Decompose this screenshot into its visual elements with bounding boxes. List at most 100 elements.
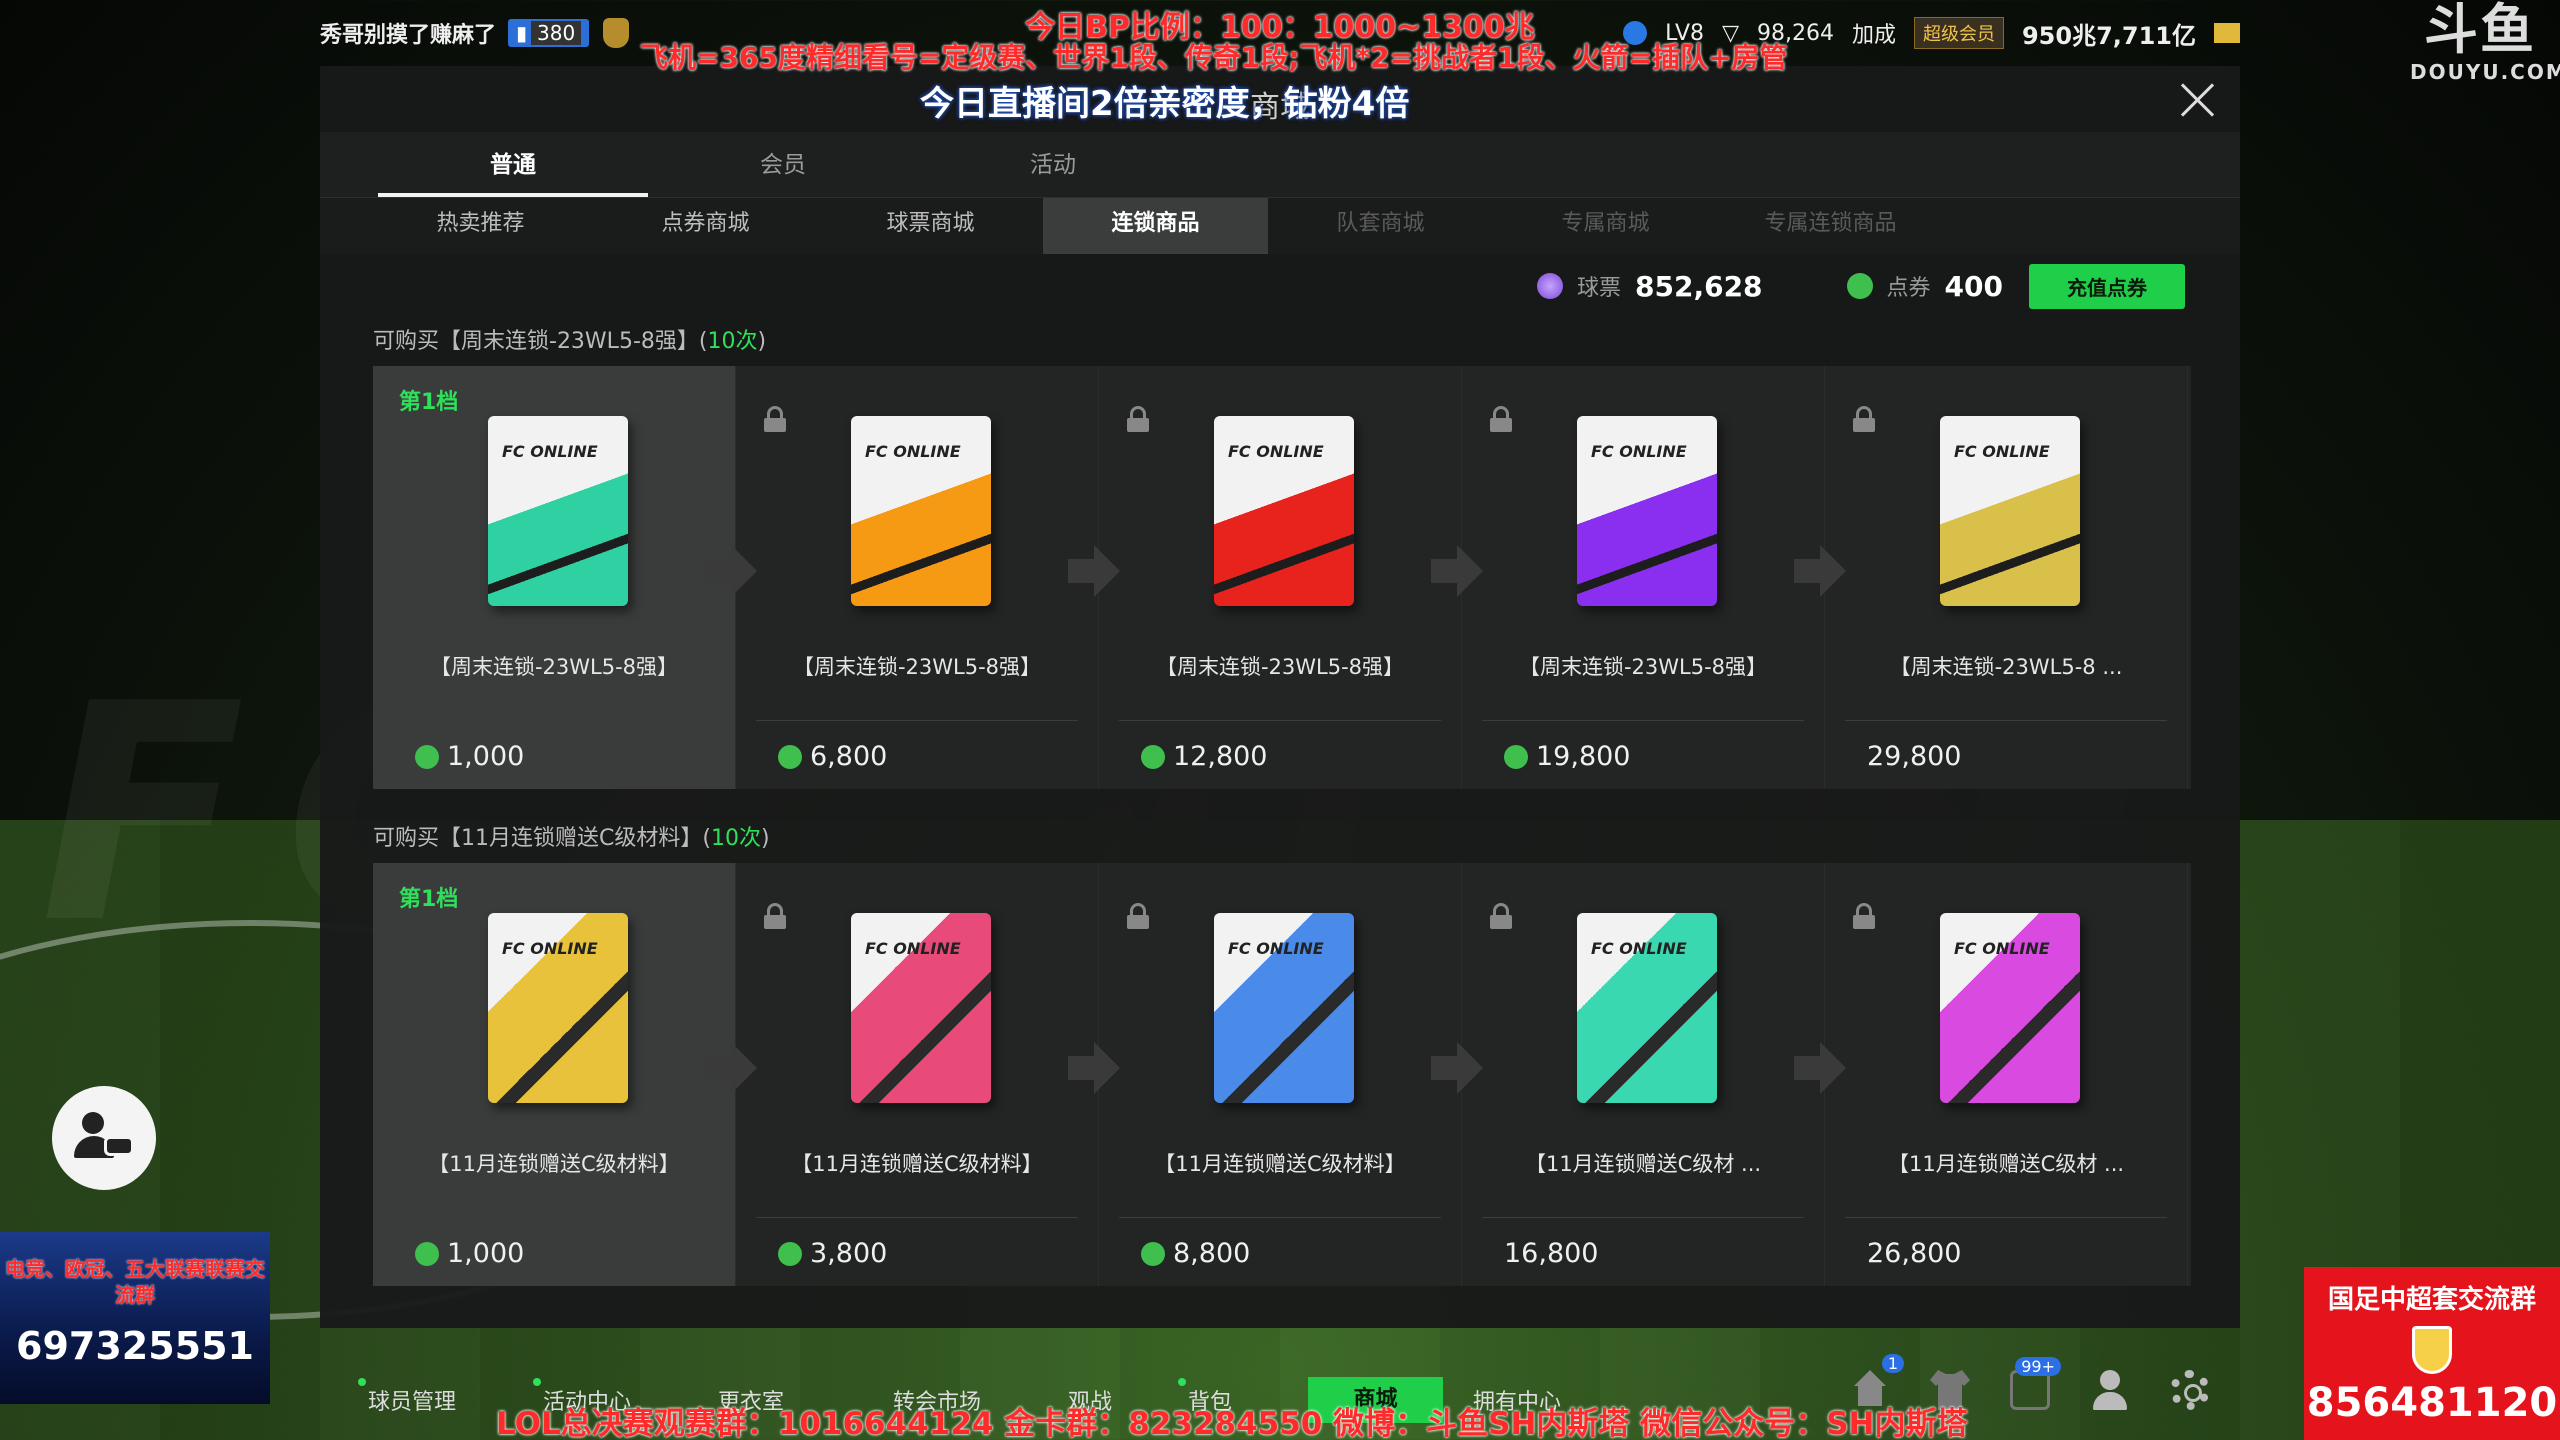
subtab-hot[interactable]: 热卖推荐 xyxy=(368,198,593,254)
pack-price: 6,800 xyxy=(778,741,887,772)
pack-name: 【11月连锁赠送C级材 ... xyxy=(1887,1152,2125,1176)
lock-icon xyxy=(1490,406,1512,432)
card-divider xyxy=(1482,720,1804,721)
pack-name: 【周末连锁-23WL5-8强】 xyxy=(792,655,1042,679)
next-tier-arrow-icon xyxy=(1068,541,1128,601)
promo-left-panel: 电竞、欧冠、五大联赛联赛交流群 697325551 xyxy=(0,1232,270,1404)
next-tier-arrow-icon xyxy=(1431,541,1491,601)
tickets-label: 球票 xyxy=(1576,276,1621,301)
next-tier-arrow-icon xyxy=(1794,541,1854,601)
points-coin-icon xyxy=(415,1241,439,1266)
next-tier-arrow-icon xyxy=(1794,1038,1854,1098)
pack-brand-text: FC ONLINE xyxy=(1591,442,1687,461)
pack-name: 【周末连锁-23WL5-8强】 xyxy=(429,655,679,679)
ticket-coin-icon xyxy=(1536,273,1563,299)
lock-icon xyxy=(764,903,786,929)
points-label: 点券 xyxy=(1886,276,1931,301)
promo-right-number: 856481120 xyxy=(2306,1380,2558,1426)
pack-image: FC ONLINE xyxy=(1940,416,2080,606)
section-title: 可购买【周末连锁-23WL5-8强】(10次) xyxy=(373,329,767,354)
pack-price: 19,800 xyxy=(1504,741,1630,772)
points-coin-icon xyxy=(778,1241,802,1266)
pack-price: 16,800 xyxy=(1504,1238,1599,1269)
points-coin-icon xyxy=(778,744,802,769)
pack-name: 【11月连锁赠送C级材 ... xyxy=(1524,1152,1762,1176)
gear-icon[interactable] xyxy=(2170,1370,2210,1410)
pack-brand-text: FC ONLINE xyxy=(865,939,961,958)
points-coin-icon xyxy=(1504,744,1528,769)
tickets-value: 852,628 xyxy=(1635,269,1763,303)
overlay-gift-rules: 飞机=365度精细看号=定级赛、世界1段、传奇1段;飞机*2=挑战者1段、火箭=… xyxy=(640,41,1788,74)
card-divider xyxy=(1845,1217,2167,1218)
pack-card[interactable]: 第1档 FC ONLINE 【11月连锁赠送C级材料】 1,000 xyxy=(373,863,757,1286)
pack-card[interactable]: 第1档 FC ONLINE 【周末连锁-23WL5-8强】 1,000 xyxy=(373,366,757,789)
card-row: 第1档 FC ONLINE 【11月连锁赠送C级材料】 1,000 FC ONLINE 【… xyxy=(373,863,2191,1286)
card-divider xyxy=(756,1217,1078,1218)
pack-card[interactable]: FC ONLINE 【11月连锁赠送C级材 ... 26,800 xyxy=(1825,863,2188,1286)
pack-brand-text: FC ONLINE xyxy=(1591,939,1687,958)
pack-brand-text: FC ONLINE xyxy=(865,442,961,461)
profile-icon[interactable] xyxy=(2090,1370,2130,1410)
pack-card[interactable]: FC ONLINE 【11月连锁赠送C级材料】 3,800 xyxy=(736,863,1120,1286)
cfa-shield-icon xyxy=(2412,1326,2452,1374)
card-divider xyxy=(1119,1217,1441,1218)
pack-brand-text: FC ONLINE xyxy=(502,442,598,461)
points-value: 400 xyxy=(1944,269,2003,303)
pack-image: FC ONLINE xyxy=(1940,913,2080,1103)
pack-image: FC ONLINE xyxy=(488,913,628,1103)
pack-brand-text: FC ONLINE xyxy=(502,939,598,958)
subtab-exclusive-chain[interactable]: 专属连锁商品 xyxy=(1718,198,1943,254)
pack-name: 【11月连锁赠送C级材料】 xyxy=(791,1152,1043,1176)
pack-name: 【周末连锁-23WL5-8强】 xyxy=(1518,655,1768,679)
pack-brand-text: FC ONLINE xyxy=(1228,442,1324,461)
next-tier-arrow-icon xyxy=(705,1038,765,1098)
currency-row: 球票 852,628 点券 400 充值点券 xyxy=(320,254,2240,318)
tab-activity[interactable]: 活动 xyxy=(918,132,1188,197)
person-head-icon xyxy=(82,1112,104,1134)
promo-right-panel: 国足中超套交流群 856481120 xyxy=(2304,1267,2560,1440)
subtab-exclusive[interactable]: 专属商城 xyxy=(1493,198,1718,254)
pack-price: 1,000 xyxy=(415,741,524,772)
card-divider xyxy=(1482,1217,1804,1218)
card-divider xyxy=(756,720,1078,721)
chat-float-button[interactable] xyxy=(52,1086,156,1190)
pack-image: FC ONLINE xyxy=(851,416,991,606)
pack-card[interactable]: FC ONLINE 【周末连锁-23WL5-8强】 19,800 xyxy=(1462,366,1846,789)
lock-icon xyxy=(764,406,786,432)
pack-card[interactable]: FC ONLINE 【周末连锁-23WL5-8 ... 29,800 xyxy=(1825,366,2188,789)
tab-member[interactable]: 会员 xyxy=(648,132,918,197)
pack-card[interactable]: FC ONLINE 【周末连锁-23WL5-8强】 12,800 xyxy=(1099,366,1483,789)
pack-card[interactable]: FC ONLINE 【11月连锁赠送C级材料】 8,800 xyxy=(1099,863,1483,1286)
pack-card[interactable]: FC ONLINE 【周末连锁-23WL5-8强】 6,800 xyxy=(736,366,1120,789)
subtab-ticket-store[interactable]: 球票商城 xyxy=(818,198,1043,254)
message-icon[interactable]: 99+ xyxy=(2010,1357,2061,1410)
sub-tabs: 热卖推荐 点券商城 球票商城 连锁商品 队套商城 专属商城 专属连锁商品 xyxy=(320,198,2240,254)
tab-normal[interactable]: 普通 xyxy=(378,132,648,197)
card-divider xyxy=(393,1217,715,1218)
promo-left-number: 697325551 xyxy=(16,1324,254,1368)
pack-image: FC ONLINE xyxy=(488,416,628,606)
pack-name: 【11月连锁赠送C级材料】 xyxy=(1154,1152,1406,1176)
points-coin-icon xyxy=(1141,744,1165,769)
pack-price: 1,000 xyxy=(415,1238,524,1269)
points-coin-icon xyxy=(415,744,439,769)
close-button[interactable] xyxy=(2174,76,2222,124)
subtab-team-set[interactable]: 队套商城 xyxy=(1268,198,1493,254)
chat-bubble-icon xyxy=(104,1136,134,1156)
pack-price: 29,800 xyxy=(1867,741,1962,772)
pack-image: FC ONLINE xyxy=(1577,913,1717,1103)
store-modal: 商城 普通 会员 活动 热卖推荐 点券商城 球票商城 连锁商品 队套商城 专属商… xyxy=(320,66,2240,1328)
points-coin-icon xyxy=(1141,1241,1165,1266)
chain-section-2: 可购买【11月连锁赠送C级材料】(10次) 第1档 FC ONLINE 【11月连锁赠… xyxy=(320,815,2240,1286)
topup-button[interactable]: 充值点券 xyxy=(2029,263,2185,309)
pack-name: 【周末连锁-23WL5-8强】 xyxy=(1155,655,1405,679)
pack-price: 12,800 xyxy=(1141,741,1267,772)
lock-icon xyxy=(1853,406,1875,432)
subtab-points-store[interactable]: 点券商城 xyxy=(593,198,818,254)
card-divider xyxy=(1845,720,2167,721)
pack-card[interactable]: FC ONLINE 【11月连锁赠送C级材 ... 16,800 xyxy=(1462,863,1846,1286)
tier-label: 第1档 xyxy=(399,390,459,415)
subtab-chain-goods[interactable]: 连锁商品 xyxy=(1043,198,1268,254)
pack-name: 【11月连锁赠送C级材料】 xyxy=(428,1152,680,1176)
lock-icon xyxy=(1127,406,1149,432)
